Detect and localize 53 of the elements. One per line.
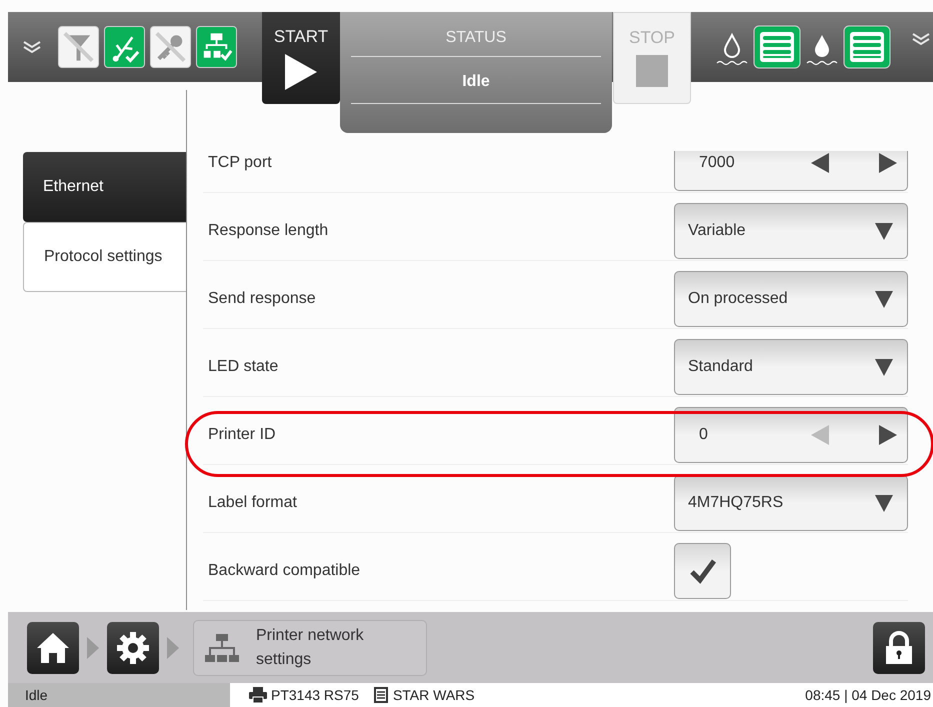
date-time: 08:45 | 04 Dec 2019 [805, 686, 932, 705]
checkbox[interactable] [674, 543, 731, 599]
printer-name: PT3143 RS75 [271, 686, 359, 704]
settings-icon [116, 630, 150, 664]
sidebar-tab[interactable]: Protocol settings [23, 222, 186, 292]
gauge-icon[interactable] [843, 25, 891, 69]
left-arrow-icon[interactable] [811, 153, 829, 173]
lock-icon [885, 630, 913, 664]
dropdown[interactable]: Standard [674, 339, 908, 395]
gauge-icon[interactable] [753, 25, 801, 69]
dropdown-arrow-icon [875, 222, 893, 240]
home-button[interactable] [27, 622, 79, 674]
breadcrumb-item[interactable]: Printer network settings [193, 620, 427, 676]
job-name: STAR WARS [392, 686, 475, 704]
setting-label: TCP port [207, 153, 273, 173]
status-value: Idle [462, 72, 490, 92]
dropdown-arrow-icon [875, 494, 893, 512]
chevron-down-icon[interactable] [22, 40, 42, 54]
dropdown-arrow-icon [875, 290, 893, 308]
home-icon [36, 632, 70, 664]
usb-status-icon[interactable] [104, 26, 145, 68]
right-arrow-icon[interactable] [879, 425, 897, 445]
breadcrumb-separator-icon [167, 636, 179, 658]
sidebar-tab[interactable]: Ethernet [23, 152, 186, 222]
setting-label: Backward compatible [207, 561, 362, 581]
setting-label: LED state [207, 357, 280, 377]
setting-label: Send response [207, 289, 317, 309]
dropdown[interactable]: On processed [674, 271, 908, 327]
network-status-icon[interactable] [196, 26, 237, 68]
setting-label: Label format [207, 493, 298, 513]
stop-icon [636, 54, 668, 86]
play-icon [285, 54, 317, 90]
number-stepper[interactable]: 7000 [674, 151, 908, 191]
checkmark-icon [688, 558, 716, 584]
status-label: STATUS [446, 28, 506, 48]
breadcrumb-separator-icon [87, 636, 99, 658]
chevron-down-icon[interactable] [911, 32, 931, 46]
start-button[interactable]: START [262, 12, 340, 104]
dropdown-arrow-icon [875, 358, 893, 376]
network-icon [204, 632, 240, 662]
filter-status-icon[interactable] [58, 26, 99, 68]
key-status-icon[interactable] [150, 26, 191, 68]
settings-button[interactable] [107, 622, 159, 674]
status-bar-state: Idle [8, 683, 230, 707]
setting-label: Response length [207, 221, 330, 241]
number-stepper[interactable]: 0 [674, 407, 908, 463]
lock-button[interactable] [873, 622, 925, 674]
dropdown[interactable]: 4M7HQ75RS [674, 475, 908, 531]
document-icon [374, 687, 388, 703]
printer-icon [249, 687, 267, 703]
right-arrow-icon[interactable] [879, 153, 897, 173]
dropdown[interactable]: Variable [674, 203, 908, 259]
setting-label: Printer ID [207, 425, 277, 445]
